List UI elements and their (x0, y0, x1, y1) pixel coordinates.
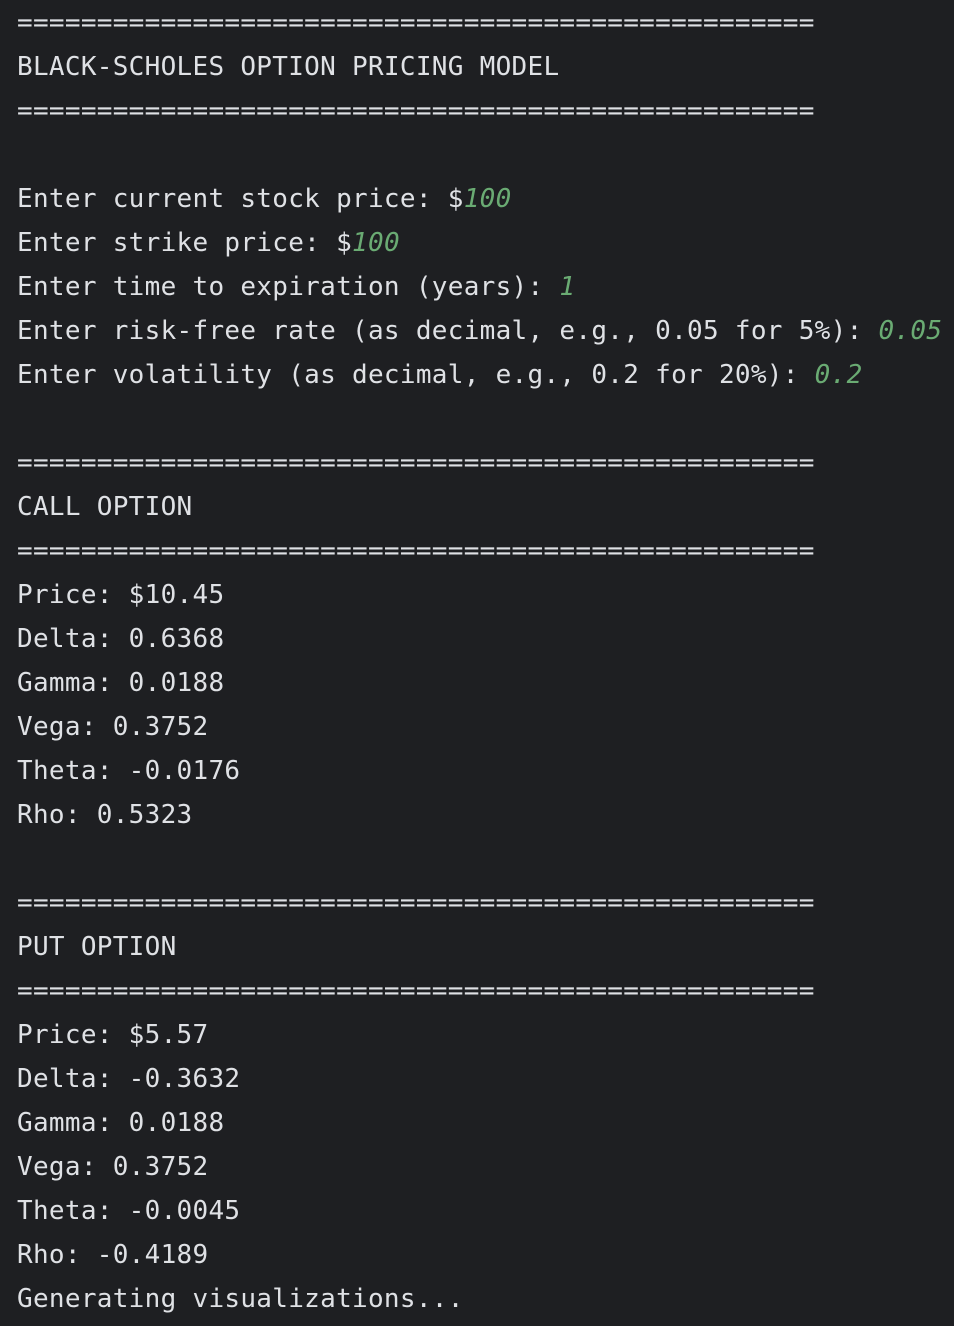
status-message: Generating visualizations... (17, 1284, 464, 1314)
put-theta: Theta: -0.0045 (17, 1196, 241, 1226)
divider-line: ========================================… (17, 8, 815, 38)
prompt-text: Enter volatility (as decimal, e.g., 0.2 … (17, 360, 815, 390)
expiration-input: 1 (559, 272, 576, 302)
put-rho: Rho: -0.4189 (17, 1240, 209, 1270)
console-output[interactable]: ========================================… (0, 1, 954, 1326)
call-rho: Rho: 0.5323 (17, 800, 193, 830)
strike-price-prompt: Enter strike price: $100 (17, 221, 954, 265)
call-gamma: Gamma: 0.0188 (17, 668, 225, 698)
put-gamma: Gamma: 0.0188 (17, 1108, 225, 1138)
call-theta: Theta: -0.0176 (17, 756, 241, 786)
program-title: BLACK-SCHOLES OPTION PRICING MODEL (17, 52, 560, 82)
put-delta: Delta: -0.3632 (17, 1064, 241, 1094)
call-delta: Delta: 0.6368 (17, 624, 225, 654)
put-vega: Vega: 0.3752 (17, 1152, 209, 1182)
prompt-text: Enter current stock price: $ (17, 184, 464, 214)
risk-free-rate-input: 0.05 (878, 316, 943, 346)
put-price: Price: $5.57 (17, 1020, 209, 1050)
call-price: Price: $10.45 (17, 580, 225, 610)
stock-price-prompt: Enter current stock price: $100 (17, 177, 954, 221)
divider-line: ========================================… (17, 448, 815, 478)
risk-free-rate-prompt: Enter risk-free rate (as decimal, e.g., … (17, 309, 954, 353)
divider-line: ========================================… (17, 976, 815, 1006)
divider-line: ========================================… (17, 96, 815, 126)
volatility-prompt: Enter volatility (as decimal, e.g., 0.2 … (17, 353, 954, 397)
expiration-prompt: Enter time to expiration (years): 1 (17, 265, 954, 309)
prompt-text: Enter time to expiration (years): (17, 272, 560, 302)
divider-line: ========================================… (17, 536, 815, 566)
volatility-input: 0.2 (814, 360, 863, 390)
stock-price-input: 100 (463, 184, 512, 214)
prompt-text: Enter strike price: $ (17, 228, 353, 258)
prompt-text: Enter risk-free rate (as decimal, e.g., … (17, 316, 879, 346)
call-vega: Vega: 0.3752 (17, 712, 209, 742)
put-option-header: PUT OPTION (17, 932, 177, 962)
strike-price-input: 100 (352, 228, 400, 258)
divider-line: ========================================… (17, 888, 815, 918)
call-option-header: CALL OPTION (17, 492, 193, 522)
